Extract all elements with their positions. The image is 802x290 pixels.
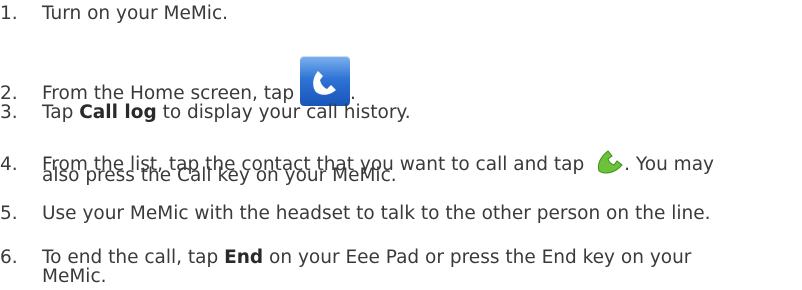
step-bold-text: Call log xyxy=(79,102,157,123)
step-4-continuation: also press the Call key on your MeMic. xyxy=(42,165,397,186)
step-1: 1. Turn on your MeMic. xyxy=(0,4,228,24)
step-text-before: From the Home screen, tap xyxy=(42,83,300,104)
step-text-after: to display your call history. xyxy=(156,102,411,123)
step-text-after: on your Eee Pad or press the End key on … xyxy=(263,247,692,268)
step-2: 2. From the Home screen, tap . xyxy=(0,56,356,106)
step-number: 2. xyxy=(0,83,18,104)
step-5: 5. Use your MeMic with the headset to tal… xyxy=(0,204,711,224)
step-number: 4. xyxy=(0,154,18,175)
step-number: 3. xyxy=(0,102,18,123)
step-text-after: . xyxy=(349,83,356,104)
step-number: 1. xyxy=(0,3,18,24)
step-3: 3. Tap Call log to display your call hist… xyxy=(0,103,411,123)
step-text-before: Tap xyxy=(42,102,80,123)
instructions-list: 1. Turn on your MeMic. 2. From the Home sc… xyxy=(0,0,802,290)
step-text-after: . You may xyxy=(624,154,714,175)
step-bold-text: End xyxy=(224,247,264,268)
green-phone-icon xyxy=(596,148,624,174)
step-text-before: To end the call, tap xyxy=(42,247,225,268)
step-text: Use your MeMic with the headset to talk … xyxy=(42,203,711,224)
step-text: Turn on your MeMic. xyxy=(42,3,229,24)
step-number: 6. xyxy=(0,247,18,268)
step-6: 6. To end the call, tap End on your Eee P… xyxy=(0,248,691,268)
phone-app-icon xyxy=(299,56,350,106)
step-number: 5. xyxy=(0,203,18,224)
step-6-continuation: MeMic. xyxy=(42,266,107,287)
